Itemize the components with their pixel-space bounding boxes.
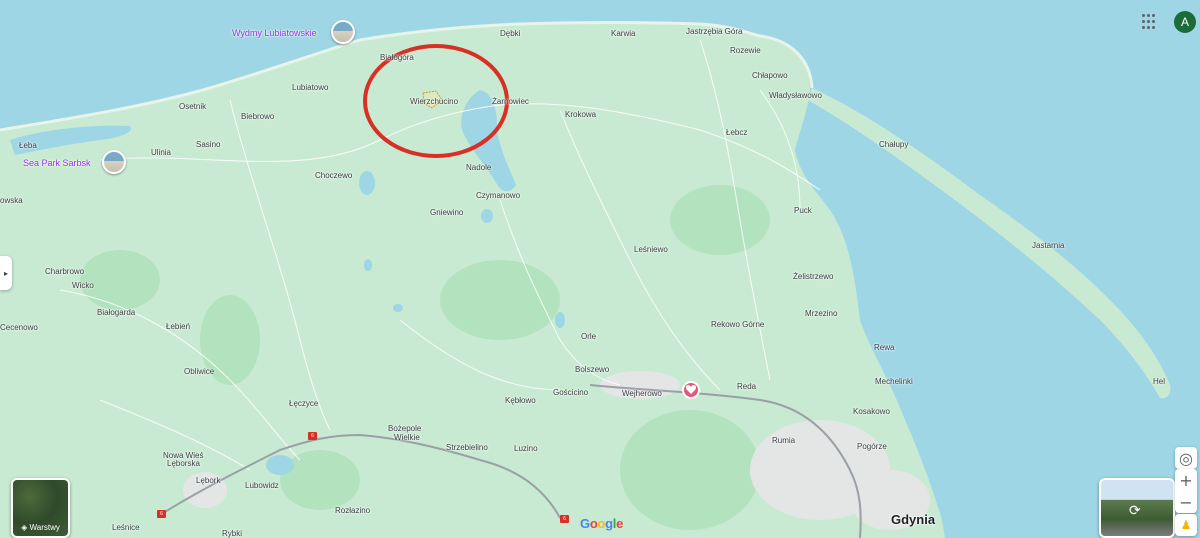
place-label[interactable]: Łebcz <box>726 128 747 137</box>
place-label[interactable]: Białogarda <box>97 308 135 317</box>
place-label[interactable]: Chłapowo <box>752 71 788 80</box>
road-shield: 6 <box>560 515 569 523</box>
place-label[interactable]: Władysławowo <box>769 91 822 100</box>
place-label[interactable]: Mechelinki <box>875 377 913 386</box>
layers-button[interactable]: ◈ Warstwy <box>11 478 70 538</box>
place-label[interactable]: Karwia <box>611 29 635 38</box>
place-label[interactable]: Pogórze <box>857 442 887 451</box>
poi-label[interactable]: Wydmy Lubiatowskie <box>232 28 316 38</box>
street-view-thumbnail[interactable]: ⟳ <box>1099 478 1175 538</box>
place-label[interactable]: Charbrowo <box>45 267 84 276</box>
place-label[interactable]: Kębłowo <box>505 396 536 405</box>
place-label[interactable]: owska <box>0 196 23 205</box>
place-label[interactable]: Leśnice <box>112 523 140 532</box>
place-label[interactable]: Lubowidz <box>245 481 279 490</box>
google-logo-letter: e <box>616 516 624 531</box>
place-label[interactable]: Cecenowo <box>0 323 38 332</box>
pegman-control[interactable]: ♟ <box>1175 514 1197 536</box>
place-label[interactable]: Łeba <box>19 141 37 150</box>
google-logo: Google <box>580 516 623 531</box>
apps-grid-icon[interactable] <box>1142 14 1158 30</box>
account-avatar[interactable]: A <box>1174 11 1196 33</box>
google-logo-letter: G <box>580 516 590 531</box>
place-label[interactable]: Żarnowiec <box>492 97 529 106</box>
place-label[interactable]: Reda <box>737 382 756 391</box>
poi-label[interactable]: Sea Park Sarbsk <box>23 158 91 168</box>
place-label[interactable]: Nadole <box>466 163 491 172</box>
side-panel-toggle[interactable]: ▸ <box>0 256 12 290</box>
place-label[interactable]: Choczewo <box>315 171 352 180</box>
place-label[interactable]: Puck <box>794 206 812 215</box>
zoom-in-button[interactable]: + <box>1175 469 1197 491</box>
place-label[interactable]: Bożepole <box>388 424 421 433</box>
place-label[interactable]: Białogóra <box>380 53 414 62</box>
place-label[interactable]: Kosakowo <box>853 407 890 416</box>
place-label[interactable]: Rewa <box>874 343 894 352</box>
place-label[interactable]: Jastarnia <box>1032 241 1064 250</box>
zoom-control: + − <box>1175 469 1197 513</box>
road-shield: 6 <box>157 510 166 518</box>
favorite-pin[interactable] <box>682 381 700 399</box>
place-label[interactable]: Bolszewo <box>575 365 609 374</box>
place-label[interactable]: Obliwice <box>184 367 214 376</box>
place-label[interactable]: Orle <box>581 332 596 341</box>
google-logo-letter: o <box>597 516 606 531</box>
layers-text: Warstwy <box>29 523 60 532</box>
place-label[interactable]: Mrzezino <box>805 309 837 318</box>
layers-label: ◈ Warstwy <box>13 523 68 532</box>
place-label[interactable]: Biebrowo <box>241 112 274 121</box>
place-label[interactable]: Wicko <box>72 281 94 290</box>
place-label[interactable]: Luzino <box>514 444 538 453</box>
place-label[interactable]: Jastrzębia Góra <box>686 27 742 36</box>
layers-icon: ◈ <box>21 523 28 532</box>
my-location-control[interactable]: ◎ <box>1175 447 1197 469</box>
place-label[interactable]: Rozłazino <box>335 506 370 515</box>
place-label[interactable]: Rumia <box>772 436 795 445</box>
place-label[interactable]: Czymanowo <box>476 191 520 200</box>
place-label[interactable]: Dębki <box>500 29 520 38</box>
place-label[interactable]: Rozewie <box>730 46 761 55</box>
place-label[interactable]: Lubiatowo <box>292 83 328 92</box>
place-label[interactable]: Chałupy <box>879 140 908 149</box>
place-label[interactable]: Żelistrzewo <box>793 272 833 281</box>
rotate-360-icon: ⟳ <box>1129 502 1141 518</box>
place-label[interactable]: Łęczyce <box>289 399 318 408</box>
place-label[interactable]: Ulinia <box>151 148 171 157</box>
poi-photo-thumb[interactable] <box>102 150 126 174</box>
place-label[interactable]: Gniewino <box>430 208 463 217</box>
place-label[interactable]: Wielkie <box>394 433 420 442</box>
chevron-right-icon: ▸ <box>3 268 8 278</box>
google-logo-letter: g <box>605 516 613 531</box>
google-logo-letter: o <box>589 516 598 531</box>
road-shield: 6 <box>308 432 317 440</box>
place-label[interactable]: Rekowo Górne <box>711 320 764 329</box>
place-label[interactable]: Osetnik <box>179 102 206 111</box>
place-label[interactable]: Leśniewo <box>634 245 668 254</box>
place-label[interactable]: Lęborska <box>167 459 200 468</box>
place-label[interactable]: Rybki <box>222 529 242 538</box>
place-label[interactable]: Sasino <box>196 140 220 149</box>
place-label[interactable]: Hel <box>1153 377 1165 386</box>
my-location-icon[interactable]: ◎ <box>1175 447 1197 469</box>
place-label[interactable]: Wejherowo <box>622 389 662 398</box>
poi-photo-thumb[interactable] <box>331 20 355 44</box>
zoom-out-button[interactable]: − <box>1175 491 1197 513</box>
place-label[interactable]: Krokowa <box>565 110 596 119</box>
pegman-icon: ♟ <box>1180 518 1192 532</box>
place-label[interactable]: Strzebielino <box>446 443 488 452</box>
place-label[interactable]: Gościcino <box>553 388 588 397</box>
place-label[interactable]: Łebień <box>166 322 190 331</box>
place-label[interactable]: Gdynia <box>891 513 935 526</box>
place-label[interactable]: Wierzchucino <box>410 97 458 106</box>
place-label[interactable]: Lębork <box>196 476 220 485</box>
